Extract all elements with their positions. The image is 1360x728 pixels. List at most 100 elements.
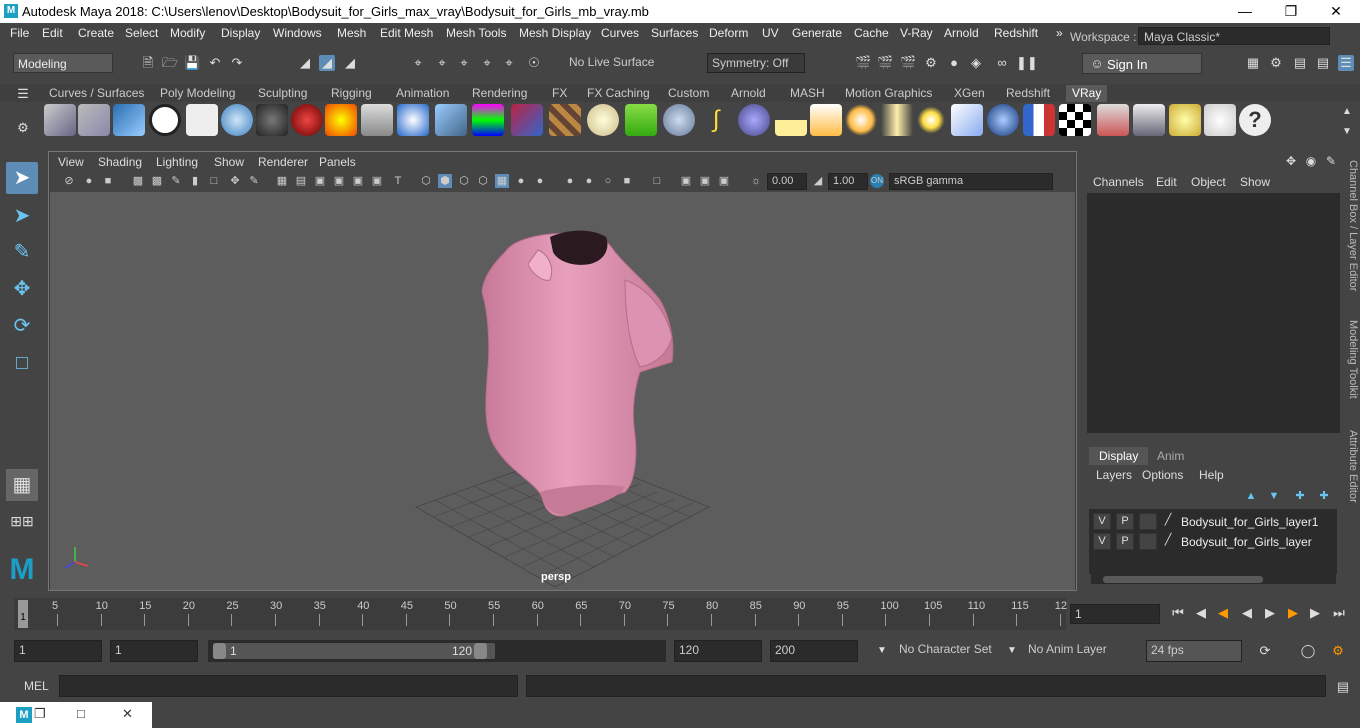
- shelf-tab-custom[interactable]: Custom: [662, 85, 715, 102]
- layer-playback-toggle[interactable]: P: [1116, 513, 1134, 530]
- safe-title-icon[interactable]: ▣: [332, 174, 346, 188]
- scrollbar-thumb[interactable]: [1103, 576, 1263, 583]
- go-to-start-icon[interactable]: ⏮: [1170, 605, 1186, 621]
- make-live-icon[interactable]: ☉: [526, 55, 542, 71]
- vray-fur-icon[interactable]: [625, 104, 657, 136]
- shelf-menu-icon[interactable]: ☰: [15, 86, 31, 102]
- live-surface-field[interactable]: No Live Surface: [565, 53, 685, 73]
- mode-select[interactable]: Modeling: [13, 53, 113, 73]
- range-start-handle[interactable]: [213, 643, 226, 659]
- shelf-tab-xgen[interactable]: XGen: [948, 85, 991, 102]
- minimize-button[interactable]: —: [1222, 0, 1268, 23]
- vray-sphere-light-icon[interactable]: [845, 104, 877, 136]
- channel-box-icon-3[interactable]: ✎: [1323, 153, 1339, 169]
- shelf-tab-rendering[interactable]: Rendering: [466, 85, 533, 102]
- film-gate-icon[interactable]: □: [207, 174, 221, 188]
- layer-color-icon[interactable]: ╱: [1159, 533, 1177, 550]
- new-layer-icon[interactable]: ✚: [1292, 488, 1308, 504]
- vray-texture-icon[interactable]: [549, 104, 581, 136]
- channel-box-toggle-icon[interactable]: ▤: [1315, 55, 1331, 71]
- vray-rect-light-icon[interactable]: [951, 104, 983, 136]
- bookmarks-icon[interactable]: ■: [101, 174, 115, 188]
- vray-render-image-icon[interactable]: [1097, 104, 1129, 136]
- range-end-handle[interactable]: [474, 643, 487, 659]
- maximize-icon[interactable]: □: [77, 706, 85, 721]
- field-chart-icon[interactable]: ▤: [294, 174, 308, 188]
- shelf-tab-curves-surfaces[interactable]: Curves / Surfaces: [43, 85, 150, 102]
- menu-vray[interactable]: V-Ray: [900, 26, 933, 40]
- layer-row[interactable]: V P ╱ Bodysuit_for_Girls_layer1: [1091, 513, 1336, 531]
- snap-projected-icon[interactable]: ⌖: [479, 55, 495, 71]
- symmetry-select[interactable]: Symmetry: Off: [707, 53, 805, 73]
- smooth-shade-icon[interactable]: ⬢: [438, 174, 452, 188]
- attribute-editor-toggle-icon[interactable]: ⚙: [1268, 55, 1284, 71]
- grid-toggle-icon[interactable]: ▦: [275, 174, 289, 188]
- anim-layer-menu-icon[interactable]: ▼: [1004, 643, 1020, 659]
- xray-icon[interactable]: ▣: [370, 174, 384, 188]
- command-language-label[interactable]: MEL: [24, 679, 49, 693]
- snap-view-plane-icon[interactable]: ⌖: [501, 55, 517, 71]
- layer-menu-layers[interactable]: Layers: [1096, 468, 1132, 482]
- layer-row[interactable]: V P ╱ Bodysuit_for_Girls_layer: [1091, 533, 1336, 551]
- menu-windows[interactable]: Windows: [273, 26, 322, 40]
- vray-script-icon[interactable]: [186, 104, 218, 136]
- vray-plane-light-icon[interactable]: [361, 104, 393, 136]
- move-layer-up-icon[interactable]: ▲: [1243, 488, 1259, 504]
- exposure-field[interactable]: 0.00: [767, 173, 807, 190]
- heads-up-display-icon[interactable]: ▣: [351, 174, 365, 188]
- minimized-window[interactable]: M ❐ □ ✕: [0, 702, 152, 728]
- cb-menu-object[interactable]: Object: [1191, 175, 1226, 189]
- step-forward-key-icon[interactable]: ▶: [1307, 605, 1323, 621]
- layer-tab-anim[interactable]: Anim: [1147, 447, 1194, 465]
- menu-uv[interactable]: UV: [762, 26, 779, 40]
- hypershade-icon[interactable]: ●: [946, 55, 962, 71]
- layer-menu-options[interactable]: Options: [1142, 468, 1183, 482]
- playback-start-field[interactable]: 1: [110, 640, 198, 662]
- cb-menu-show[interactable]: Show: [1240, 175, 1270, 189]
- paint-select-tool-icon[interactable]: ✎: [6, 236, 38, 268]
- help-icon[interactable]: ?: [1239, 104, 1271, 136]
- channel-box-icon-1[interactable]: ✥: [1283, 153, 1299, 169]
- menu-arnold[interactable]: Arnold: [944, 26, 979, 40]
- vray-render-icon[interactable]: ◈: [968, 55, 984, 71]
- text-display-icon[interactable]: T: [391, 174, 405, 188]
- tool-settings-toggle-icon[interactable]: ▤: [1292, 55, 1308, 71]
- move-layer-down-icon[interactable]: ▼: [1266, 488, 1282, 504]
- layer-visibility-toggle[interactable]: V: [1093, 513, 1111, 530]
- menu-display[interactable]: Display: [221, 26, 260, 40]
- layer-display-type[interactable]: [1139, 513, 1157, 530]
- menu-mesh-display[interactable]: Mesh Display: [519, 26, 591, 40]
- lasso-tool-icon[interactable]: ➤: [6, 200, 38, 232]
- modeling-toolkit-toggle-icon[interactable]: ▦: [1245, 55, 1261, 71]
- close-button[interactable]: ✕: [1313, 0, 1359, 23]
- side-tab-channel-box[interactable]: Channel Box / Layer Editor: [1343, 160, 1359, 310]
- vp-menu-view[interactable]: View: [58, 155, 84, 169]
- rotate-tool-icon[interactable]: ⟳: [6, 310, 38, 342]
- backface-culling-icon[interactable]: ▣: [717, 174, 731, 188]
- loop-icon[interactable]: ⟳: [1257, 643, 1273, 659]
- vp-menu-lighting[interactable]: Lighting: [156, 155, 198, 169]
- exposure-icon[interactable]: ☼: [749, 174, 763, 188]
- vray-channel-icon[interactable]: [1023, 104, 1055, 136]
- shelf-tab-motion-graphics[interactable]: Motion Graphics: [839, 85, 938, 102]
- step-forward-frame-icon[interactable]: ▶: [1285, 605, 1301, 621]
- new-scene-icon[interactable]: 🗎: [140, 55, 156, 71]
- wireframe-on-shaded-icon[interactable]: ⬡: [457, 174, 471, 188]
- cb-menu-channels[interactable]: Channels: [1093, 175, 1144, 189]
- menu-curves[interactable]: Curves: [601, 26, 639, 40]
- fps-select[interactable]: 24 fps: [1146, 640, 1242, 662]
- camera-attributes-icon[interactable]: ●: [82, 174, 96, 188]
- vray-dome-icon[interactable]: [397, 104, 429, 136]
- menu-redshift[interactable]: Redshift: [994, 26, 1038, 40]
- character-set-menu-icon[interactable]: ▼: [874, 643, 890, 659]
- vray-globe-icon[interactable]: [587, 104, 619, 136]
- maximize-button[interactable]: ❐: [1268, 0, 1314, 23]
- menu-mesh[interactable]: Mesh: [337, 26, 366, 40]
- snap-grid-icon[interactable]: ⌖: [410, 55, 426, 71]
- lock-camera-icon[interactable]: ▮: [188, 174, 202, 188]
- vray-spot-light-icon[interactable]: [810, 104, 842, 136]
- select-tool-icon[interactable]: ➤: [6, 162, 38, 194]
- auto-key-icon[interactable]: ◯: [1300, 643, 1316, 659]
- layer-editor-toggle-icon[interactable]: ☰: [1338, 55, 1354, 71]
- select-hierarchy-icon[interactable]: ◢: [297, 55, 313, 71]
